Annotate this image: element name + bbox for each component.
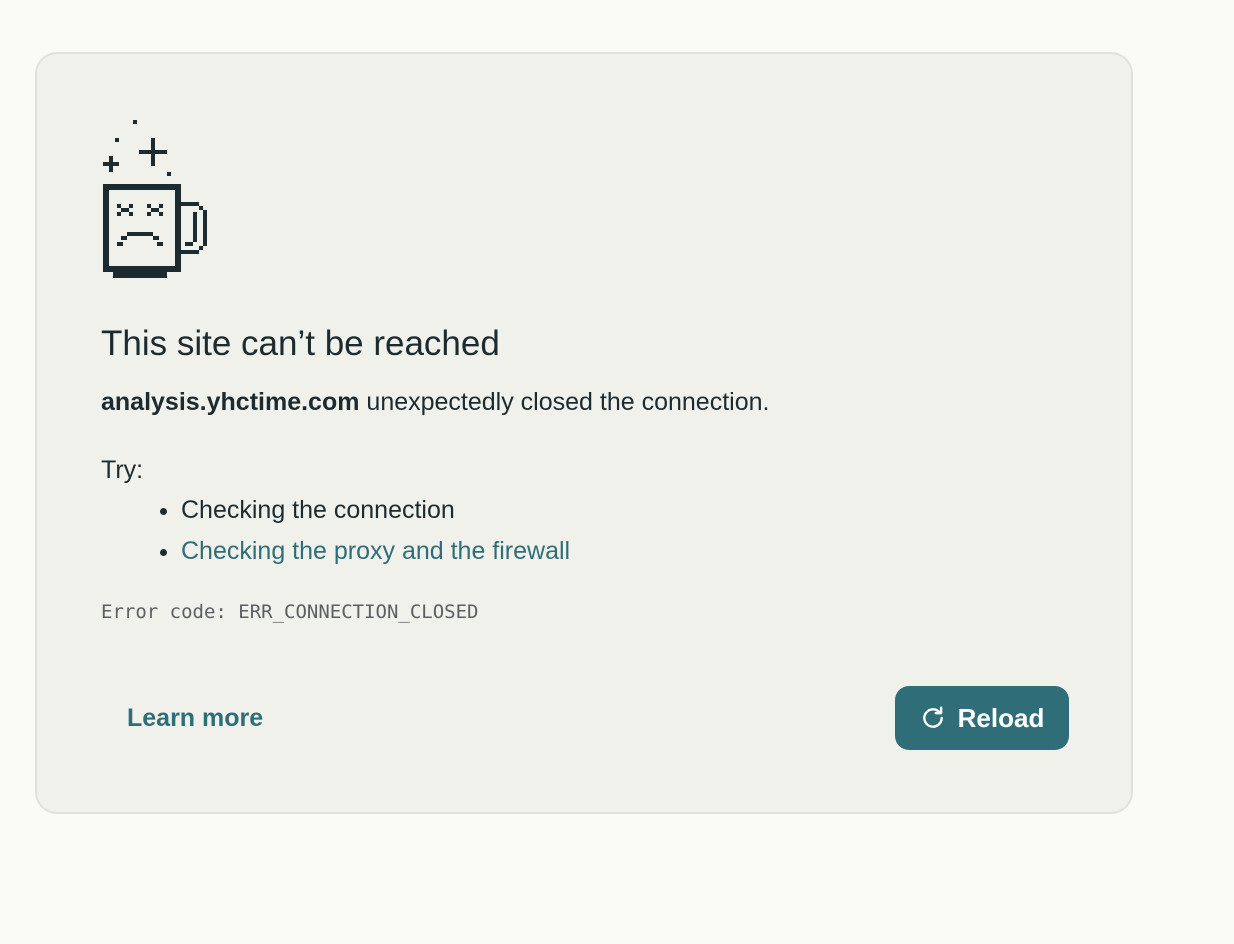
error-code: Error code: ERR_CONNECTION_CLOSED (101, 601, 479, 623)
suggestion-check-proxy-link[interactable]: Checking the proxy and the firewall (181, 537, 570, 565)
suggestions-list: Checking the connection Checking the pro… (159, 494, 570, 576)
list-item: Checking the proxy and the firewall (159, 535, 570, 576)
error-description: unexpectedly closed the connection. (359, 388, 770, 416)
try-label: Try: (101, 456, 144, 484)
page-title: This site can’t be reached (101, 324, 500, 363)
broken-coffee-mug-icon (103, 120, 207, 278)
reload-label: Reload (957, 702, 1045, 733)
reload-button[interactable]: Reload (895, 686, 1069, 750)
host-name: analysis.yhctime.com (101, 388, 360, 416)
list-item: Checking the connection (159, 494, 570, 535)
error-message: analysis.yhctime.com unexpectedly closed… (101, 386, 769, 418)
learn-more-link[interactable]: Learn more (127, 702, 263, 734)
error-card: This site can’t be reached analysis.yhct… (35, 52, 1133, 814)
refresh-icon (922, 706, 943, 728)
suggestion-check-connection: Checking the connection (181, 496, 455, 524)
